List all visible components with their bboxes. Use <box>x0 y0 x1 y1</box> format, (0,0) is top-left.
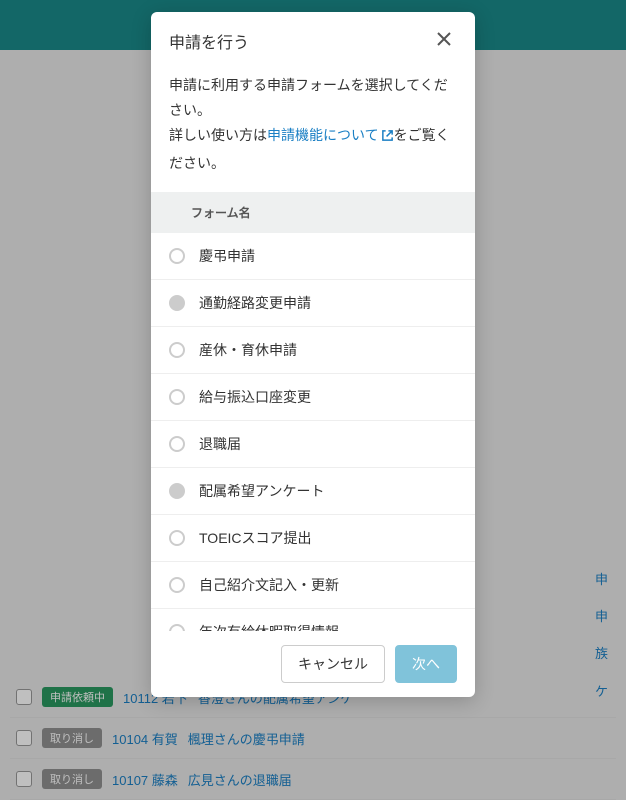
form-item[interactable]: 退職届 <box>151 421 475 468</box>
form-item-label: 退職届 <box>199 434 241 454</box>
modal-title: 申請を行う <box>169 29 249 53</box>
form-item[interactable]: 通勤経路変更申請 <box>151 280 475 327</box>
radio-icon <box>169 483 185 499</box>
form-item[interactable]: 慶弔申請 <box>151 233 475 280</box>
form-item-label: 自己紹介文記入・更新 <box>199 575 339 595</box>
help-link[interactable]: 申請機能について <box>267 127 394 143</box>
application-form-modal: 申請を行う 申請に利用する申請フォームを選択してください。 詳しい使い方は申請機… <box>151 12 475 697</box>
next-button[interactable]: 次へ <box>395 645 457 683</box>
radio-icon <box>169 248 185 264</box>
form-item[interactable]: 年次有給休暇取得情報 <box>151 609 475 631</box>
desc-text-2: 詳しい使い方は <box>169 127 267 143</box>
form-item[interactable]: 自己紹介文記入・更新 <box>151 562 475 609</box>
form-item-label: 慶弔申請 <box>199 246 255 266</box>
form-item[interactable]: TOEICスコア提出 <box>151 515 475 562</box>
radio-icon <box>169 577 185 593</box>
cancel-button[interactable]: キャンセル <box>281 645 385 683</box>
form-list[interactable]: 慶弔申請通勤経路変更申請産休・育休申請給与振込口座変更退職届配属希望アンケート T… <box>151 233 475 631</box>
external-link-icon <box>381 125 394 150</box>
list-header: フォーム名 <box>151 192 475 233</box>
radio-icon <box>169 436 185 452</box>
help-link-text: 申請機能について <box>267 127 379 143</box>
modal-header: 申請を行う <box>151 12 475 69</box>
form-item-label: 給与振込口座変更 <box>199 387 311 407</box>
form-item-label: 産休・育休申請 <box>199 340 297 360</box>
radio-icon <box>169 624 185 631</box>
form-item-label: 配属希望アンケート <box>199 481 324 501</box>
radio-icon <box>169 295 185 311</box>
desc-text-1: 申請に利用する申請フォームを選択してください。 <box>169 77 448 118</box>
modal-footer: キャンセル 次へ <box>151 631 475 697</box>
form-item[interactable]: 給与振込口座変更 <box>151 374 475 421</box>
radio-icon <box>169 530 185 546</box>
close-icon <box>435 30 453 48</box>
form-item[interactable]: 配属希望アンケート <box>151 468 475 515</box>
form-item[interactable]: 産休・育休申請 <box>151 327 475 374</box>
radio-icon <box>169 389 185 405</box>
form-item-label: 年次有給休暇取得情報 <box>199 622 339 631</box>
radio-icon <box>169 342 185 358</box>
form-item-label: TOEICスコア提出 <box>199 528 312 548</box>
modal-description: 申請に利用する申請フォームを選択してください。 詳しい使い方は申請機能についてを… <box>151 69 475 192</box>
form-item-label: 通勤経路変更申請 <box>199 293 311 313</box>
close-button[interactable] <box>431 26 457 55</box>
